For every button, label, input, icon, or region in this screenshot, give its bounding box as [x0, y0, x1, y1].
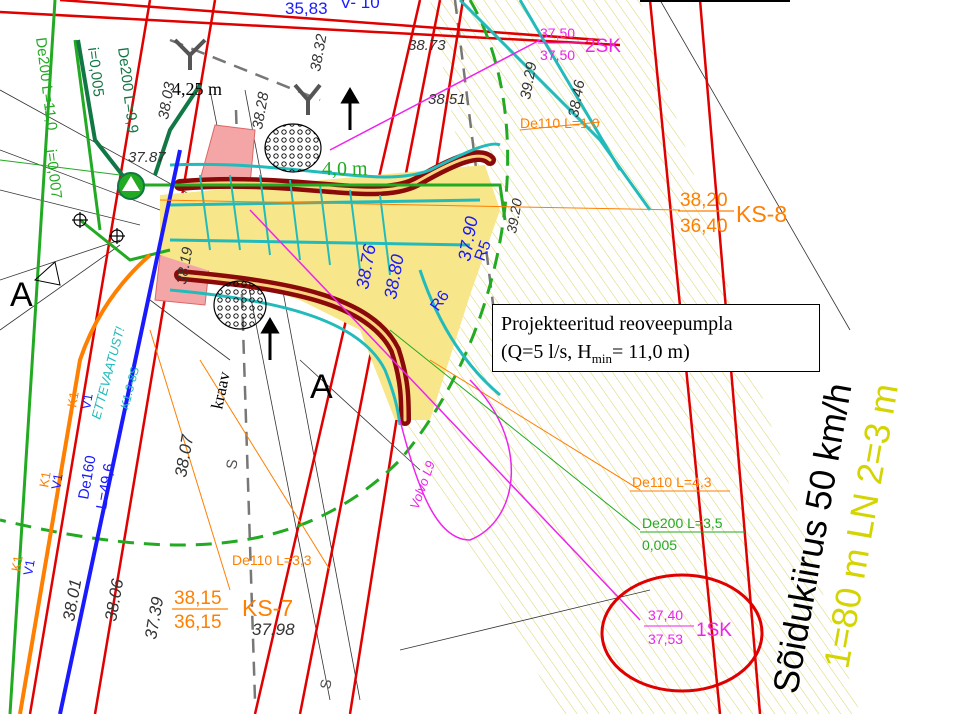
elev-3828: 38.28 — [249, 90, 272, 131]
note-line-2-prefix: (Q=5 l/s, H — [501, 341, 592, 363]
de110-43-label: De110 L=4,3 — [632, 474, 712, 490]
top-vk-label: V- 10 — [340, 0, 380, 12]
elev-3873: 38.73 — [408, 37, 446, 54]
note-line-2: (Q=5 l/s, Hmin= 11,0 m) — [501, 338, 811, 373]
kraav-label: kraav — [207, 369, 234, 410]
v1-label-1: V1 — [78, 392, 96, 410]
note-line-2-sub: min — [591, 351, 612, 366]
sk2-bottom-value: 37,50 — [540, 47, 575, 63]
ks8-bottom-value: 36,40 — [680, 216, 728, 237]
cable-label: K1.3-8S — [117, 365, 142, 411]
top-value-label: 35,83 — [285, 0, 328, 18]
de110-33-label: De110 L=3,3 — [232, 552, 312, 568]
dim-40-label: 4,0 m — [322, 158, 368, 180]
elev-3798: 37.98 — [252, 620, 295, 639]
elev-3787: 37.87 — [128, 149, 166, 166]
de200-left-label: De200 L=11,0 — [32, 36, 60, 131]
ks8-top-value: 38,20 — [680, 190, 728, 211]
de200-left-slope-label: i=0,007 — [42, 148, 65, 199]
note-line-2-suffix: = 11,0 m) — [611, 341, 690, 363]
pump-station-note: Projekteeritud reoveepumpla (Q=5 l/s, Hm… — [492, 304, 820, 372]
pump-symbol-icon — [117, 172, 145, 200]
ks7-bottom-value: 36,15 — [174, 612, 222, 633]
sk1-bottom-value: 37,53 — [648, 631, 683, 647]
ks8-name: KS-8 — [736, 201, 787, 227]
sk1-top-value: 37,40 — [648, 607, 683, 623]
de200-35-slope: 0,005 — [642, 537, 677, 553]
elev-3832: 38.32 — [307, 32, 330, 73]
s-mark-1: S — [223, 458, 241, 471]
elev-3739: 37.39 — [141, 595, 167, 641]
de200-l99-label: De200 L=9,9 — [114, 46, 141, 134]
volvo-label: Volvo L9 — [407, 459, 438, 511]
sk1-name: 1SK — [696, 620, 732, 641]
elev-3803: 38.03 — [155, 80, 178, 121]
de200-35-label: De200 L=3,5 — [642, 515, 723, 531]
ks7-top-value: 38,15 — [174, 588, 222, 609]
section-a-left: A — [10, 276, 33, 314]
v1-label-2: V1 — [48, 472, 66, 490]
v1-label-3: V1 — [20, 558, 38, 576]
s-mark-2: S — [317, 678, 335, 691]
elev-3851: 38.51 — [428, 91, 466, 108]
sk2-name: 2SK — [585, 36, 621, 57]
note-line-1: Projekteeritud reoveepumpla — [501, 313, 733, 335]
ks7-name: KS-7 — [242, 595, 293, 621]
elev-3806: 38.06 — [101, 577, 127, 623]
de110-top-label: De110 L=1,0 — [520, 115, 600, 131]
sk2-top-value: 37,50 — [540, 25, 575, 41]
dim-425-label: 4,25 m — [172, 79, 222, 99]
section-a-right: A — [310, 368, 333, 406]
